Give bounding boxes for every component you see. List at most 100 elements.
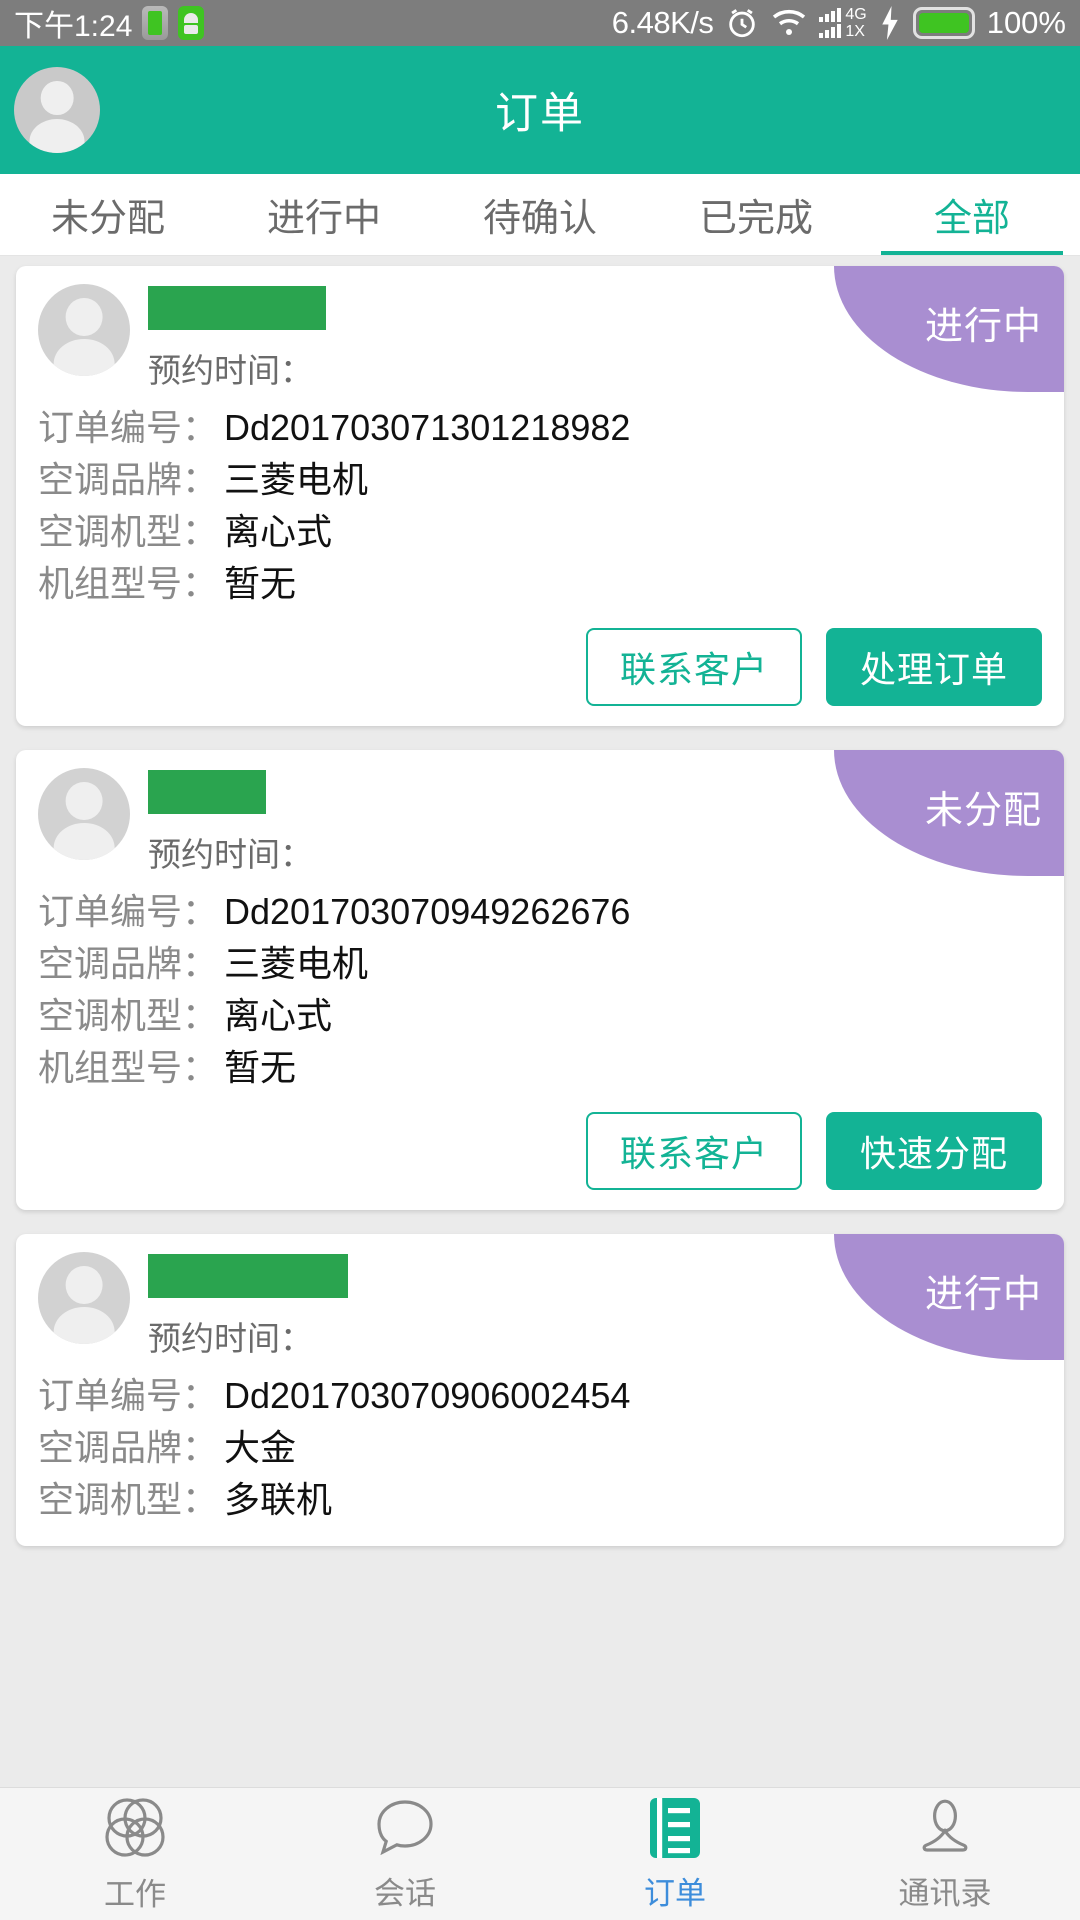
nav-item-contacts[interactable]: 通讯录: [810, 1796, 1080, 1913]
order-no-label: 订单编号：: [38, 1375, 219, 1416]
customer-name-redacted: [148, 286, 326, 330]
battery-percent: 100%: [986, 5, 1066, 40]
customer-avatar: [38, 768, 130, 860]
appointment-label: 预约时间：: [148, 352, 313, 389]
tab-unassigned[interactable]: 未分配: [0, 174, 216, 255]
status-time: 下午1:24: [14, 10, 133, 43]
appointment-row: 预约时间：: [148, 1312, 348, 1360]
customer-info: 预约时间：: [148, 1252, 348, 1360]
customer-avatar: [38, 1252, 130, 1344]
tab-label: 已完成: [698, 198, 813, 240]
nav-item-orders[interactable]: 订单: [540, 1796, 810, 1913]
nav-label: 会话: [374, 1875, 436, 1911]
unit-model-row: 机组型号： 暂无: [38, 1042, 1042, 1094]
brand-value: 大金: [224, 1427, 297, 1468]
brand-row: 空调品牌： 三菱电机: [38, 938, 1042, 990]
contact-customer-button[interactable]: 联系客户: [586, 628, 802, 706]
tab-bar: 未分配 进行中 待确认 已完成 全部: [0, 174, 1080, 256]
battery-mini-icon: [142, 6, 169, 40]
tab-all[interactable]: 全部: [864, 174, 1080, 255]
status-badge-label: 进行中: [924, 305, 1042, 348]
tab-pending-confirm[interactable]: 待确认: [432, 174, 648, 255]
status-bar: 下午1:24 6.48K/s 4G 1X 100%: [0, 0, 1080, 46]
status-bar-right: 6.48K/s 4G 1X 100%: [612, 5, 1066, 41]
tab-label: 进行中: [266, 198, 381, 240]
page-title: 订单: [495, 90, 585, 138]
order-no-label: 订单编号：: [38, 407, 219, 448]
customer-name-redacted: [148, 1254, 348, 1298]
model-type-label: 空调机型：: [38, 1479, 219, 1520]
brand-label: 空调品牌：: [38, 459, 219, 500]
network-sub-label: 1X: [845, 23, 865, 40]
tab-in-progress[interactable]: 进行中: [216, 174, 432, 255]
order-card[interactable]: 进行中 预约时间： 订单编号： Dd201703070906002454 空调品牌…: [16, 1234, 1064, 1546]
order-list[interactable]: 进行中 预约时间： 订单编号： Dd201703071301218982 空调品牌…: [0, 256, 1080, 1787]
customer-name-redacted: [148, 770, 266, 814]
nav-item-chat[interactable]: 会话: [270, 1796, 540, 1913]
user-avatar[interactable]: [14, 67, 100, 153]
alarm-clock-icon: [729, 9, 756, 38]
customer-info: 预约时间：: [148, 768, 313, 876]
order-detail-rows: 订单编号： Dd201703071301218982 空调品牌： 三菱电机 空调机型…: [38, 402, 1042, 610]
brand-value: 三菱电机: [224, 459, 369, 500]
order-card[interactable]: 未分配 预约时间： 订单编号： Dd201703070949262676 空调品牌…: [16, 750, 1064, 1210]
model-type-label: 空调机型：: [38, 995, 219, 1036]
order-no-value: Dd201703070906002454: [224, 1375, 631, 1416]
chat-bubble-icon: [377, 1799, 433, 1855]
status-bar-left: 下午1:24: [14, 1, 205, 45]
order-card-actions: 联系客户 处理订单: [38, 628, 1042, 706]
order-detail-rows: 订单编号： Dd201703070906002454 空调品牌： 大金 空调机型：多…: [38, 1370, 1042, 1526]
quick-assign-button[interactable]: 快速分配: [826, 1112, 1042, 1190]
order-document-icon: [650, 1797, 700, 1858]
charging-bolt-icon: [881, 6, 898, 40]
android-robot-icon: [178, 6, 205, 40]
order-no-row: 订单编号： Dd201703070949262676: [38, 886, 1042, 938]
order-no-row: 订单编号： Dd201703071301218982: [38, 402, 1042, 454]
nav-item-work[interactable]: 工作: [0, 1795, 270, 1914]
model-type-row: 空调机型： 多联机: [38, 1474, 1042, 1526]
appointment-label: 预约时间：: [148, 1320, 313, 1357]
process-order-button[interactable]: 处理订单: [826, 628, 1042, 706]
model-type-label: 空调机型：: [38, 511, 219, 552]
net-speed-text: 6.48K/s: [611, 5, 714, 40]
model-type-row: 空调机型： 离心式: [38, 506, 1042, 558]
status-badge-label: 未分配: [924, 789, 1042, 832]
brand-row: 空调品牌： 大金: [38, 1422, 1042, 1474]
order-no-value: Dd201703071301218982: [224, 407, 631, 448]
order-no-label: 订单编号：: [38, 891, 219, 932]
appointment-label: 预约时间：: [148, 836, 313, 873]
contact-customer-button[interactable]: 联系客户: [586, 1112, 802, 1190]
order-card[interactable]: 进行中 预约时间： 订单编号： Dd201703071301218982 空调品牌…: [16, 266, 1064, 726]
nav-label: 通讯录: [898, 1875, 992, 1911]
tab-label: 全部: [933, 198, 1010, 240]
tab-label: 未分配: [50, 198, 165, 240]
order-detail-rows: 订单编号： Dd201703070949262676 空调品牌： 三菱电机 空调机型…: [38, 886, 1042, 1094]
model-type-row: 空调机型： 离心式: [38, 990, 1042, 1042]
bottom-navigation: 工作 会话 订单 通讯录: [0, 1787, 1080, 1920]
app-header: 订单: [0, 46, 1080, 174]
order-card-actions: 联系客户 快速分配: [38, 1112, 1042, 1190]
wifi-icon: [773, 9, 806, 35]
network-type-label: 4G: [845, 6, 867, 23]
unit-model-value: 暂无: [224, 563, 297, 604]
brand-label: 空调品牌：: [38, 1427, 219, 1468]
unit-model-value: 暂无: [224, 1047, 297, 1088]
brand-row: 空调品牌： 三菱电机: [38, 454, 1042, 506]
order-no-value: Dd201703070949262676: [224, 891, 631, 932]
customer-avatar: [38, 284, 130, 376]
order-no-row: 订单编号： Dd201703070906002454: [38, 1370, 1042, 1422]
model-type-value: 离心式: [224, 511, 333, 552]
battery-icon: [912, 7, 975, 39]
signal-bars-icon: 4G 1X: [819, 6, 867, 40]
contacts-person-icon: [922, 1799, 968, 1852]
unit-model-label: 机组型号：: [38, 563, 219, 604]
unit-model-label: 机组型号：: [38, 1047, 219, 1088]
model-type-value: 多联机: [224, 1479, 333, 1520]
appointment-row: 预约时间：: [148, 828, 313, 876]
tab-completed[interactable]: 已完成: [648, 174, 864, 255]
status-badge-label: 进行中: [924, 1273, 1042, 1316]
brand-label: 空调品牌：: [38, 943, 219, 984]
model-type-value: 离心式: [224, 995, 333, 1036]
unit-model-row: 机组型号： 暂无: [38, 558, 1042, 610]
nav-label: 订单: [644, 1875, 706, 1911]
